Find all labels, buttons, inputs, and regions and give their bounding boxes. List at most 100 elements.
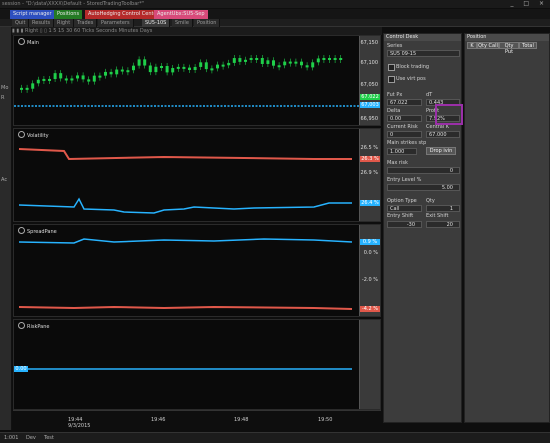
tab-autohedging[interactable]: AutoHedging Control Center — [85, 10, 162, 19]
vol-y-tick: 26.5 % — [360, 145, 378, 151]
status-tab-1[interactable]: 1:001 — [4, 435, 18, 441]
candle-body — [53, 73, 57, 80]
spread-red-tag: -4.2 % — [360, 306, 380, 312]
spread-pane: SpreadPane 0.9 % 0.0 % -2.0 % -4.2 % — [13, 224, 381, 317]
risk-y-axis — [359, 320, 380, 409]
tab-quit[interactable]: Quit — [12, 19, 30, 27]
main-y-tick: 67,050 — [360, 82, 379, 88]
candle-body — [305, 65, 309, 68]
qty-field[interactable]: 1 — [426, 205, 460, 212]
current-risk-label: Current Risk — [387, 124, 418, 130]
block-trading-checkbox[interactable] — [388, 64, 395, 71]
candle-body — [154, 66, 158, 73]
candle-body — [322, 58, 326, 60]
candle-body — [31, 83, 35, 89]
candle-body — [193, 66, 197, 71]
use-virt-pos-checkbox[interactable] — [388, 76, 395, 83]
tab-smile[interactable]: Smile — [172, 19, 193, 27]
status-tab-test[interactable]: Test — [44, 435, 54, 441]
tab-positions[interactable]: Positions — [54, 10, 83, 19]
candle-body — [148, 65, 152, 73]
tab-parameters[interactable]: Parameters — [98, 19, 134, 27]
candle-body — [294, 61, 298, 64]
fut-px-field[interactable]: 67.022 — [387, 99, 422, 106]
col-qty-put[interactable]: Qty Put — [499, 42, 519, 55]
main-y-tick: 67,100 — [360, 60, 379, 66]
candle-body — [81, 75, 85, 80]
risk-pane: RiskPane 0.00 — [13, 319, 381, 410]
tab-su5-10s[interactable]: SU5-10S — [142, 19, 171, 27]
candle-body — [126, 70, 130, 73]
vol-red-tag: 26.3 % — [360, 156, 380, 162]
candle-body — [288, 61, 292, 64]
candle-body — [70, 78, 74, 81]
main-strikes-field[interactable]: 1.000 — [387, 148, 417, 155]
volatility-y-axis: 26.5 % 26.3 % 26.9 % 26.4 % — [359, 129, 380, 221]
option-type-select[interactable]: Call — [387, 205, 422, 212]
candle-body — [36, 79, 40, 84]
candle-body — [199, 62, 203, 67]
candle-body — [92, 75, 96, 82]
control-desk-title: Control Desk — [384, 34, 461, 41]
exit-shift-field[interactable]: 20 — [426, 221, 460, 228]
profit-highlight-box — [435, 104, 463, 125]
chart-toolbar[interactable]: ▮ ▮ ▮ Right ▯ ▯ 1 5 15 30 60 Ticks Secon… — [12, 27, 382, 35]
candle-body — [64, 78, 68, 81]
tab-script-manager[interactable]: Script manager — [10, 10, 55, 19]
status-tab-dev[interactable]: Dev — [26, 435, 36, 441]
current-risk-field[interactable]: 0 — [387, 131, 422, 138]
central-k-field[interactable]: 67.000 — [426, 131, 460, 138]
status-bar: 1:001 Dev Test — [0, 432, 550, 443]
candle-body — [109, 71, 113, 75]
tab-trades[interactable]: Trades — [74, 19, 98, 27]
date-label: 9/3/2015 — [68, 423, 91, 429]
sidebar-item-mo[interactable]: Mo — [1, 85, 8, 91]
delta-field[interactable]: 0.00 — [387, 115, 422, 122]
window-title: session - "D:\data\XXXX\Default - Stored… — [0, 0, 550, 8]
main-last-price-tag: 67.022 — [360, 94, 380, 100]
tab-right[interactable]: Right — [54, 19, 75, 27]
tab-results[interactable]: Results — [29, 19, 55, 27]
max-risk-field[interactable]: 0 — [387, 167, 460, 174]
main-strikes-label: Main strikes stp — [387, 140, 427, 146]
window-controls[interactable]: _ □ × — [510, 0, 548, 8]
dt-label: dT — [426, 92, 433, 98]
left-sidebar: Mo R Ac — [0, 27, 12, 430]
position-panel: Position K Qty Call Qty Put Total — [464, 33, 550, 423]
main-y-axis: 67,150 67,100 67,050 67.022 67,003 66,95… — [359, 36, 380, 125]
drop-ivin-button[interactable]: Drop ivin — [426, 147, 456, 155]
main-candles — [14, 55, 362, 107]
time-tick: 19:48 — [234, 417, 249, 423]
tab-agent[interactable]: AgentUbx:SU5-Sep — [154, 10, 208, 19]
entry-level-field[interactable]: 5.00 — [387, 184, 460, 191]
candle-body — [283, 61, 287, 66]
candle-body — [132, 65, 135, 71]
candle-body — [48, 78, 51, 81]
candle-body — [137, 59, 141, 66]
candle-body — [244, 59, 247, 62]
col-k[interactable]: K — [467, 42, 477, 49]
vol-blue-tag: 26.4 % — [360, 200, 380, 206]
fut-px-label: Fut Px — [387, 92, 403, 98]
col-total[interactable]: Total — [519, 42, 537, 49]
candle-body — [300, 61, 303, 66]
candle-body — [42, 78, 46, 81]
candle-body — [59, 73, 63, 79]
tab-position[interactable]: Position — [194, 19, 221, 27]
series-select[interactable]: SU5 09-15 — [387, 50, 460, 57]
main-y-tick: 67,150 — [360, 40, 379, 46]
candle-body — [76, 75, 79, 79]
spread-y-tick: -2.0 % — [361, 277, 378, 283]
risk-value-tag: 0.00 — [14, 366, 28, 372]
volatility-pane: Volatility 26.5 % 26.3 % 26.9 % 26.4 % — [13, 128, 381, 222]
sidebar-item-r[interactable]: R — [1, 95, 4, 101]
candle-body — [188, 67, 191, 71]
col-qty-call[interactable]: Qty Call — [477, 42, 499, 49]
sidebar-item-ac[interactable]: Ac — [1, 177, 7, 183]
candle-body — [143, 59, 147, 66]
max-risk-label: Max risk — [387, 160, 408, 166]
entry-shift-field[interactable]: -30 — [387, 221, 422, 228]
spread-red-line — [18, 305, 353, 310]
candle-body — [182, 66, 186, 69]
risk-line-area — [14, 368, 352, 370]
